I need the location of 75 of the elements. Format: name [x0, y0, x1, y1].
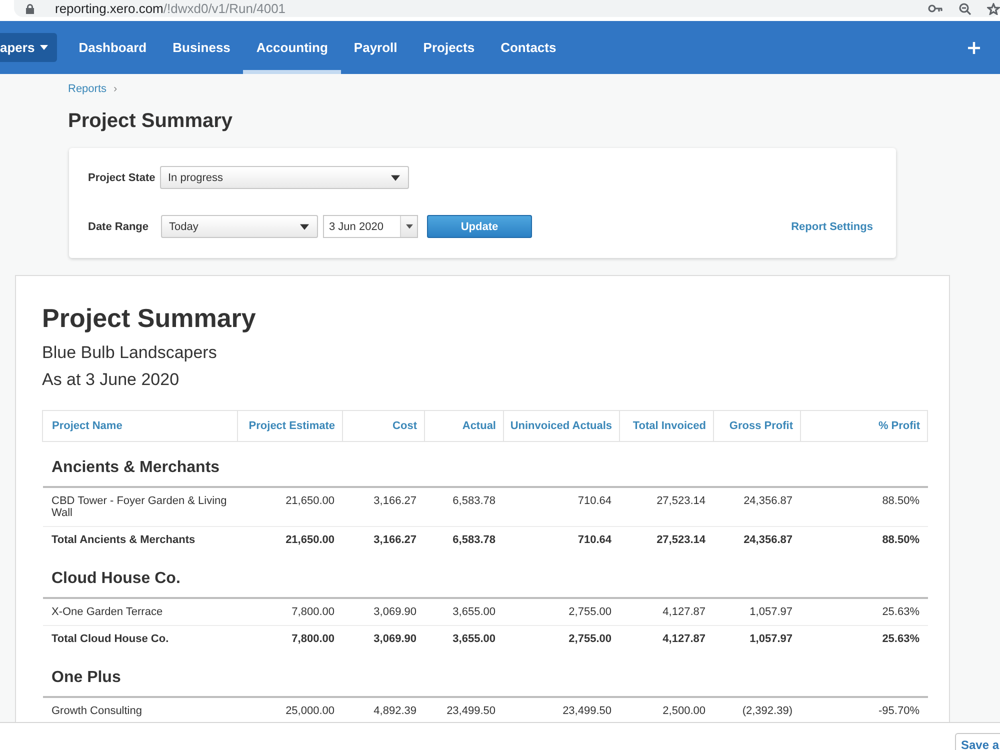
address-bar[interactable]: reporting.xero.com/!dwxd0/v1/Run/4001: [14, 0, 1000, 17]
table-cell: 710.64: [504, 487, 620, 526]
nav-tab[interactable]: Contacts: [488, 21, 570, 74]
total-cell: 25.63%: [800, 626, 928, 652]
table-cell: 88.50%: [800, 487, 928, 526]
column-header[interactable]: % Profit: [800, 410, 928, 442]
table-cell: 3,655.00: [424, 598, 504, 626]
organisation-menu-button[interactable]: apers: [0, 33, 57, 62]
total-cell: 3,166.27: [342, 526, 424, 553]
caret-icon: [300, 224, 309, 230]
breadcrumb-link[interactable]: Reports: [68, 83, 107, 95]
field-label: Project State: [88, 172, 156, 184]
column-header[interactable]: Project Name: [42, 410, 238, 442]
date-range-dropdown[interactable]: Today: [161, 215, 318, 238]
table-cell: 7,800.00: [238, 598, 342, 626]
total-cell: 27,523.14: [620, 526, 714, 553]
nav-tab[interactable]: Payroll: [340, 21, 410, 74]
lock-icon: [26, 4, 34, 14]
nav-tab[interactable]: Business: [160, 21, 244, 74]
total-cell: 88.50%: [800, 526, 928, 553]
caret-icon: [406, 224, 412, 229]
total-cell: 710.64: [504, 526, 620, 553]
nav-tab[interactable]: Accounting: [243, 21, 341, 74]
column-header[interactable]: Total Invoiced: [620, 410, 714, 442]
report-settings-link[interactable]: Report Settings: [791, 220, 873, 232]
group-heading: One Plus: [42, 652, 928, 697]
column-header[interactable]: Actual: [424, 410, 504, 442]
total-cell: 6,583.78: [424, 526, 504, 553]
plus-icon: [968, 42, 980, 54]
report-title: Project Summary: [42, 303, 257, 333]
total-cell: Total Ancients & Merchants: [42, 526, 238, 553]
page-title: Project Summary: [68, 109, 234, 133]
organisation-name: Blue Bulb Landscapers: [42, 343, 218, 363]
star-icon[interactable]: [987, 2, 1000, 14]
total-cell: 3,655.00: [424, 626, 504, 652]
total-cell: 3,069.90: [342, 626, 424, 652]
total-cell: 21,650.00: [238, 526, 342, 553]
total-cell: 1,057.97: [714, 626, 800, 652]
caret-icon: [391, 174, 400, 180]
group-heading: Ancients & Merchants: [42, 442, 928, 487]
table-cell: 2,755.00: [504, 598, 620, 626]
save-button[interactable]: Save a: [955, 733, 1000, 750]
table-cell: 3,166.27: [342, 487, 424, 526]
table-cell: CBD Tower - Foyer Garden & Living Wall: [42, 487, 238, 526]
total-cell: 24,356.87: [714, 526, 800, 553]
field-label: Date Range: [88, 220, 150, 232]
project-state-dropdown[interactable]: In progress: [160, 166, 409, 189]
table-cell: 3,069.90: [342, 598, 424, 626]
table-cell: 25.63%: [800, 598, 928, 626]
date-field[interactable]: 3 Jun 2020: [323, 215, 418, 238]
date-picker-button[interactable]: [400, 216, 417, 237]
total-cell: 2,755.00: [504, 626, 620, 652]
table-cell: X-One Garden Terrace: [42, 598, 238, 626]
table-cell: 1,057.97: [714, 598, 800, 626]
total-cell: 7,800.00: [238, 626, 342, 652]
total-cell: Total Cloud House Co.: [42, 626, 238, 652]
table-cell: 27,523.14: [620, 487, 714, 526]
table-cell: 24,356.87: [714, 487, 800, 526]
column-header[interactable]: Project Estimate: [238, 410, 342, 442]
zoom-out-icon[interactable]: [959, 2, 971, 14]
table-cell: 6,583.78: [424, 487, 504, 526]
nav-tab[interactable]: Projects: [410, 21, 488, 74]
column-header[interactable]: Cost: [342, 410, 424, 442]
caret-icon: [40, 45, 48, 50]
group-heading: Cloud House Co.: [42, 553, 928, 598]
total-cell: 4,127.87: [620, 626, 714, 652]
key-icon[interactable]: [928, 4, 943, 13]
update-button[interactable]: Update: [427, 215, 532, 238]
table-cell: 4,127.87: [620, 598, 714, 626]
column-header[interactable]: Gross Profit: [714, 410, 800, 442]
column-header[interactable]: Uninvoiced Actuals: [504, 410, 620, 442]
nav-tab[interactable]: Dashboard: [66, 21, 160, 74]
table-cell: 21,650.00: [238, 487, 342, 526]
breadcrumb-separator: ›: [114, 83, 118, 95]
report-date: As at 3 June 2020: [42, 370, 180, 390]
